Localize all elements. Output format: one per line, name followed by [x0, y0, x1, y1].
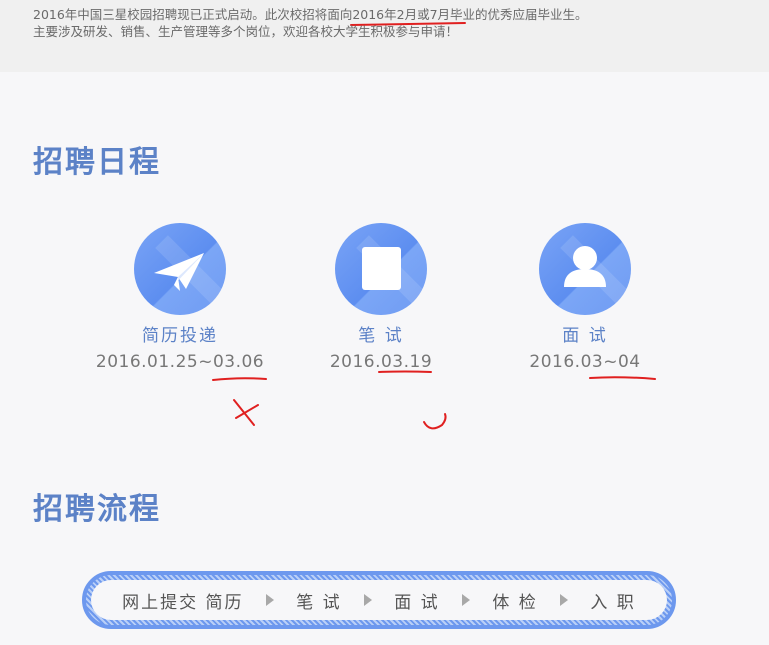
schedule-step-resume: 简历投递 2016.01.25~03.06 — [80, 223, 280, 372]
chevron-right-icon — [363, 594, 372, 606]
document-icon — [335, 223, 427, 315]
underline-mark-interview — [589, 376, 656, 380]
intro-banner: 2016年中国三星校园招聘现已正式启动。此次校招将面向2016年2月或7月毕业的… — [0, 0, 769, 72]
intro-line-1: 2016年中国三星校园招聘现已正式启动。此次校招将面向2016年2月或7月毕业的… — [33, 7, 588, 22]
step-date: 2016.01.25~03.06 — [95, 352, 265, 372]
process-title: 招聘流程 — [33, 492, 161, 527]
cross-mark — [233, 399, 259, 426]
intro-highlight: 2016年2月或7月毕 — [352, 7, 463, 22]
check-mark — [423, 413, 447, 430]
step-label: 面 试 — [562, 326, 608, 346]
flow-item-onboard: 入 职 — [590, 592, 636, 613]
schedule-title: 招聘日程 — [33, 145, 161, 180]
chevron-right-icon — [265, 594, 274, 606]
step-label: 简历投递 — [142, 326, 218, 346]
flow-item-apply: 网上提交 简历 — [122, 592, 244, 613]
flow-item-interview: 面 试 — [394, 592, 440, 613]
chevron-right-icon — [560, 594, 569, 606]
chevron-right-icon — [462, 594, 471, 606]
step-date: 2016.03~04 — [529, 352, 641, 372]
intro-line-2: 主要涉及研发、销售、生产管理等多个岗位，欢迎各校大学生积极参与申请！ — [33, 24, 459, 39]
process-flow-bar: 网上提交 简历 笔 试 面 试 体 检 入 职 — [82, 571, 676, 629]
underline-mark-resume — [212, 377, 267, 381]
process-flow-inner: 网上提交 简历 笔 试 面 试 体 检 入 职 — [91, 580, 667, 620]
flow-item-exam: 笔 试 — [296, 592, 342, 613]
step-label: 笔 试 — [358, 326, 404, 346]
paper-plane-icon — [134, 223, 226, 315]
person-icon — [539, 223, 631, 315]
schedule-step-exam: 笔 试 2016.03.19 — [281, 223, 481, 372]
schedule-step-interview: 面 试 2016.03~04 — [485, 223, 685, 372]
flow-item-medical: 体 检 — [492, 592, 538, 613]
step-date: 2016.03.19 — [329, 352, 433, 372]
